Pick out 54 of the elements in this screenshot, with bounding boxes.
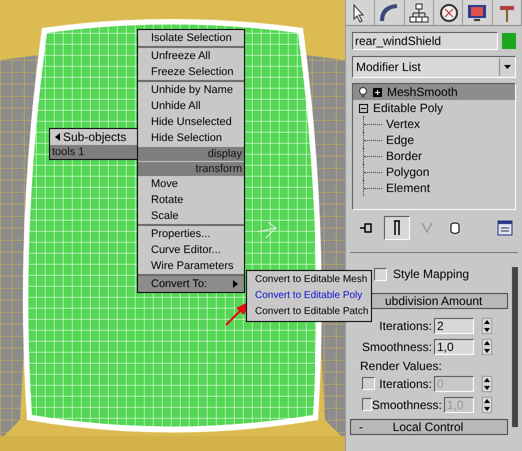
submenu-arrow-icon: [233, 280, 238, 288]
menu-item[interactable]: Wire Parameters: [138, 258, 244, 274]
stack-subitem[interactable]: Border: [385, 147, 424, 165]
spinner-arrows-icon[interactable]: [482, 376, 492, 392]
menu-item[interactable]: Convert To:: [138, 276, 244, 292]
checkbox-label: Style Mapping: [393, 266, 470, 283]
configure-icon[interactable]: [497, 220, 513, 236]
light-bulb-icon[interactable]: [359, 86, 367, 98]
menu-item[interactable]: Properties...: [138, 226, 244, 242]
stack-subitem[interactable]: Element: [385, 179, 432, 197]
menu-item[interactable]: Isolate Selection: [138, 30, 244, 46]
spinner-arrows-icon[interactable]: [482, 318, 492, 334]
menu-item[interactable]: Unfreeze All: [138, 48, 244, 64]
stack-item[interactable]: Editable Poly: [353, 100, 515, 116]
dropdown-arrow-icon: [504, 65, 511, 69]
menu-item[interactable]: Convert to Editable Mesh: [247, 272, 372, 288]
section-label: Render Values:: [359, 358, 443, 373]
spinner-arrows-icon[interactable]: [482, 338, 492, 354]
field-label: Smoothness:: [372, 396, 442, 414]
stack-subitem[interactable]: Vertex: [385, 115, 422, 133]
menu-item[interactable]: Hide Unselected: [138, 114, 244, 130]
modifier-list-dropdown[interactable]: Modifier List: [352, 56, 516, 78]
collapse-icon[interactable]: [359, 104, 368, 112]
checkbox[interactable]: [374, 268, 387, 280]
spinner-arrows-icon[interactable]: [482, 396, 492, 412]
menu-item[interactable]: Unhide All: [138, 98, 244, 114]
menu-item[interactable]: Move: [138, 176, 244, 192]
quad-title-bar: display: [138, 147, 244, 161]
menu-item[interactable]: Curve Editor...: [138, 242, 244, 258]
menu-item[interactable]: Scale: [138, 208, 244, 224]
expand-icon[interactable]: [373, 88, 382, 96]
show-end-result-icon: [392, 220, 402, 236]
field-label: Iterations:: [379, 376, 432, 392]
value-field[interactable]: 2: [434, 318, 474, 334]
name-field[interactable]: rear_windShield: [352, 32, 498, 50]
field-label: Smoothness:: [362, 338, 432, 356]
rollout-header[interactable]: - Local Control: [350, 419, 508, 435]
quad-title-bar: tools 1: [50, 145, 137, 159]
menu-item[interactable]: Freeze Selection: [138, 64, 244, 80]
submenu-arrow-icon: [55, 133, 60, 141]
hierarchy-icon[interactable]: [406, 0, 431, 24]
menu-item[interactable]: Unhide by Name: [138, 82, 244, 98]
value-field[interactable]: 1,0: [434, 338, 474, 354]
menu-item[interactable]: Rotate: [138, 192, 244, 208]
stack-subitem[interactable]: Edge: [385, 131, 416, 149]
stack-item[interactable]: MeshSmooth: [353, 84, 515, 100]
scrollbar[interactable]: [512, 267, 518, 427]
show-end-result-toggle[interactable]: [384, 216, 410, 240]
quad-title-bar: transform: [138, 162, 244, 176]
stack-subitem[interactable]: Polygon: [385, 163, 430, 181]
menu-item[interactable]: Hide Selection: [138, 130, 244, 146]
menu-item[interactable]: Sub-objects: [50, 129, 137, 145]
color-swatch[interactable]: [502, 33, 516, 49]
field-label: Iterations:: [379, 318, 432, 334]
